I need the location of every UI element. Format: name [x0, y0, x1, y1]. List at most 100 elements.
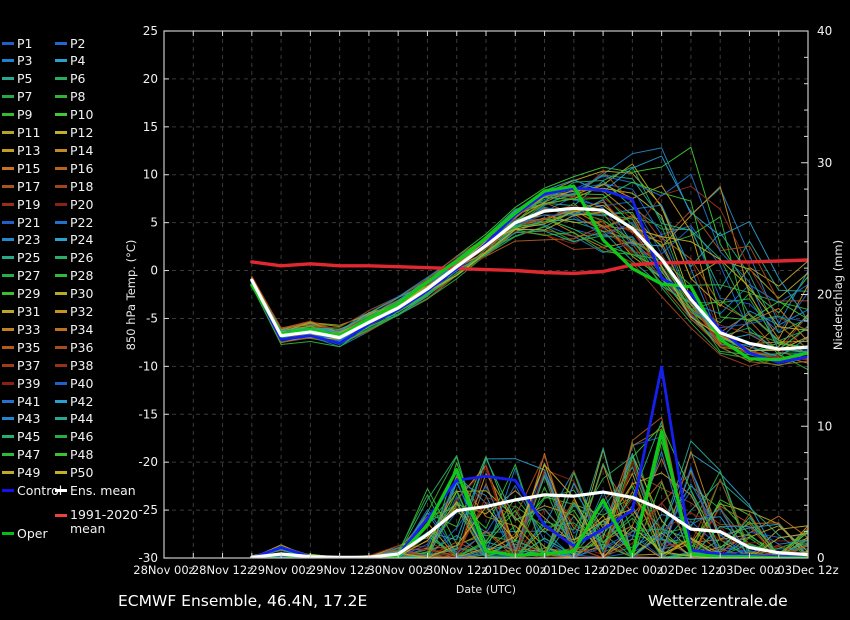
legend-item-P27: P27: [2, 269, 40, 283]
legend-item-P33-swatch: [2, 328, 14, 331]
legend-item-P17-label: P17: [17, 179, 40, 194]
legend-item-P38: P38: [55, 358, 93, 372]
legend-item-P16-swatch: [55, 167, 67, 170]
legend-item-P42-swatch: [55, 400, 67, 403]
legend-item-P10: P10: [55, 108, 93, 122]
legend-item-P44-label: P44: [70, 411, 93, 426]
legend-item-P43-swatch: [2, 417, 14, 420]
legend-item-P5-label: P5: [17, 71, 33, 86]
legend-item-P41-label: P41: [17, 394, 40, 409]
legend-item-P1-swatch: [2, 42, 14, 45]
legend-item-control: Control: [2, 484, 62, 498]
legend-item-P32-label: P32: [70, 304, 93, 319]
legend-item-P31-swatch: [2, 310, 14, 313]
x-tick-2: 29Nov 00z: [250, 563, 311, 577]
x-tick-10: 03Dec 00z: [719, 563, 780, 577]
legend-item-P23-label: P23: [17, 232, 40, 247]
legend-item-P23-swatch: [2, 238, 14, 241]
legend-item-P41: P41: [2, 394, 40, 408]
legend-item-P7: P7: [2, 90, 33, 104]
legend-item-P14-label: P14: [70, 143, 93, 158]
legend-item-P12-swatch: [55, 131, 67, 134]
legend-item-P48-swatch: [55, 453, 67, 456]
legend-item-P43-label: P43: [17, 411, 40, 426]
x-tick-11: 03Dec 12z: [777, 563, 838, 577]
legend-item-P13: P13: [2, 143, 40, 157]
legend-item-P22-label: P22: [70, 215, 93, 230]
site-caption: Wetterzentrale.de: [648, 592, 788, 610]
legend-item-P36-label: P36: [70, 340, 93, 355]
legend-item-P29-swatch: [2, 292, 14, 295]
legend-item-P18-swatch: [55, 185, 67, 188]
x-tick-1: 28Nov 12z: [192, 563, 253, 577]
x-tick-9: 02Dec 12z: [660, 563, 721, 577]
legend-item-clim-mean-swatch: [55, 514, 67, 517]
x-tick-4: 30Nov 00z: [367, 563, 428, 577]
legend-item-P31-label: P31: [17, 304, 40, 319]
legend-item-P3-label: P3: [17, 53, 33, 68]
legend-item-P25: P25: [2, 251, 40, 265]
legend-item-P16: P16: [55, 161, 93, 175]
legend-item-ens-mean-label: Ens. mean: [70, 483, 136, 498]
legend-item-P19-label: P19: [17, 197, 40, 212]
legend-item-P8: P8: [55, 90, 86, 104]
legend-item-P49-swatch: [2, 471, 14, 474]
legend-item-P28-swatch: [55, 274, 67, 277]
legend-item-P43: P43: [2, 412, 40, 426]
legend-item-P35-swatch: [2, 346, 14, 349]
legend-item-P20: P20: [55, 197, 93, 211]
legend-item-clim-mean-label: 1991-2020 mean: [70, 508, 138, 535]
legend-item-P28: P28: [55, 269, 93, 283]
legend-item-P4-swatch: [55, 59, 67, 62]
legend-item-P19: P19: [2, 197, 40, 211]
legend-item-P29-label: P29: [17, 286, 40, 301]
legend-item-P37: P37: [2, 358, 40, 372]
legend-item-P26-swatch: [55, 256, 67, 259]
legend-item-P39-label: P39: [17, 376, 40, 391]
right-tick-20: 20: [817, 288, 832, 302]
legend-item-P18-label: P18: [70, 179, 93, 194]
legend-item-P24-swatch: [55, 238, 67, 241]
legend-item-P2-label: P2: [70, 36, 86, 51]
legend-item-P49-label: P49: [17, 465, 40, 480]
legend-item-P14: P14: [55, 143, 93, 157]
x-tick-3: 29Nov 12z: [309, 563, 370, 577]
legend-item-P5-swatch: [2, 77, 14, 80]
legend-item-P46: P46: [55, 430, 93, 444]
legend-item-P19-swatch: [2, 203, 14, 206]
legend-item-P4: P4: [55, 54, 86, 68]
legend-item-P21-swatch: [2, 221, 14, 224]
legend-item-P9: P9: [2, 108, 33, 122]
x-tick-5: 30Nov 12z: [426, 563, 487, 577]
legend-item-P30-swatch: [55, 292, 67, 295]
left-axis-title: 850 hPa Temp. (°C): [124, 240, 138, 351]
legend-item-control-swatch: [2, 489, 14, 492]
legend-item-P50: P50: [55, 466, 93, 480]
legend-item-P20-label: P20: [70, 197, 93, 212]
legend-item-P2: P2: [55, 36, 86, 50]
legend-item-P46-label: P46: [70, 429, 93, 444]
legend-item-P41-swatch: [2, 400, 14, 403]
legend-item-P17-swatch: [2, 185, 14, 188]
legend-item-P31: P31: [2, 305, 40, 319]
legend-item-P48: P48: [55, 448, 93, 462]
right-axis-title: Niederschlag (mm): [831, 240, 845, 350]
legend-item-P26: P26: [55, 251, 93, 265]
legend-item-P20-swatch: [55, 203, 67, 206]
x-tick-7: 01Dec 12z: [543, 563, 604, 577]
legend-item-P22: P22: [55, 215, 93, 229]
legend-item-P6-swatch: [55, 77, 67, 80]
legend-item-P47-swatch: [2, 453, 14, 456]
legend-item-P1-label: P1: [17, 36, 33, 51]
legend-item-P13-label: P13: [17, 143, 40, 158]
legend-item-P34-label: P34: [70, 322, 93, 337]
legend-item-P3: P3: [2, 54, 33, 68]
legend-item-P50-swatch: [55, 471, 67, 474]
legend-item-P11-swatch: [2, 131, 14, 134]
legend-item-P12-label: P12: [70, 125, 93, 140]
legend-item-P30-label: P30: [70, 286, 93, 301]
legend-item-P13-swatch: [2, 149, 14, 152]
legend-item-P45: P45: [2, 430, 40, 444]
legend-item-P39-swatch: [2, 382, 14, 385]
legend-item-P11: P11: [2, 126, 40, 140]
